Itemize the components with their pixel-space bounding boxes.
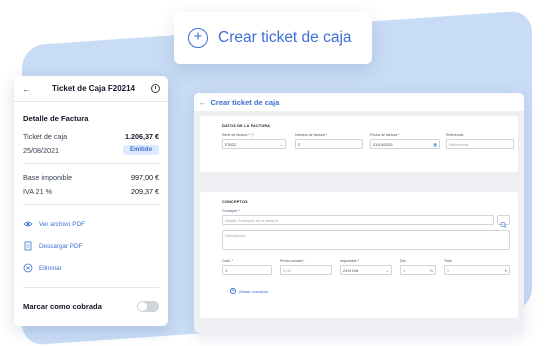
ticket-row: Ticket de caja 1.206,37 € (14, 129, 168, 143)
delete-action[interactable]: Eliminar (14, 257, 168, 279)
form-header: ← Crear ticket de caja (194, 93, 524, 111)
base-value: 997,00 € (131, 172, 159, 182)
descripcion-field[interactable]: Descripción (222, 230, 510, 250)
plus-circle-icon: + (188, 28, 208, 48)
ticket-label: Ticket de caja (23, 131, 68, 141)
download-pdf-label: Descargar PDF (39, 242, 83, 250)
base-row: Base imponible 997,00 € (14, 170, 168, 184)
precio-label: Precio unidad * (280, 259, 305, 263)
iva-label: IVA 21 % (23, 186, 53, 196)
create-ticket-form: ← Crear ticket de caja DATOS DE LA FACTU… (194, 93, 524, 333)
divider (23, 163, 159, 164)
divider (23, 287, 159, 288)
numero-label: Número de factura * (295, 133, 328, 137)
serie-field[interactable]: F2022 ⌄ (222, 139, 286, 149)
info-icon: ⓘ (250, 133, 255, 137)
download-pdf-action[interactable]: Descargar PDF (14, 235, 168, 257)
numero-field[interactable]: 2 (295, 139, 363, 149)
form-title: Crear ticket de caja (210, 97, 280, 107)
impuestos-field[interactable]: 21% IVA ⌄ (340, 265, 392, 275)
eye-icon (23, 221, 33, 227)
chevron-down-icon: ⌄ (279, 141, 283, 147)
section-label-conceptos: CONCEPTOS (222, 200, 248, 204)
mark-paid-toggle[interactable] (137, 300, 159, 312)
mark-paid-row: Marcar como cobrada (14, 294, 168, 318)
search-button[interactable] (497, 215, 510, 228)
chevron-down-icon: ⌄ (385, 267, 389, 273)
serie-label: Serie de factura * ⓘ (222, 133, 255, 137)
dto-label: Dto (400, 259, 406, 263)
divider (23, 204, 159, 205)
document-download-icon (24, 241, 32, 251)
referencia-label: Referencia (446, 133, 464, 137)
date-row: 25/08/2021 Emitido (14, 143, 168, 157)
total-label: Total (444, 259, 452, 263)
dto-field[interactable]: 0% (400, 265, 436, 275)
calendar-icon: ▦ (433, 141, 437, 147)
card-title: Ticket de Caja F20214 (51, 84, 135, 93)
concepts-section: CONCEPTOS Concepto * Añadir Concepto de … (200, 192, 518, 318)
section-title: Detalle de Factura (23, 114, 89, 123)
percent-icon: % (429, 267, 433, 273)
ticket-date: 25/08/2021 (23, 145, 59, 155)
add-concept-link[interactable]: + Añadir concepto (230, 288, 268, 294)
impuestos-label: Impuestos * (340, 259, 359, 263)
iva-value: 209,37 € (131, 186, 159, 196)
invoice-data-section: DATOS DE LA FACTURA Serie de factura * ⓘ… (200, 116, 518, 172)
back-arrow-icon[interactable]: ← (199, 98, 207, 107)
base-label: Base imponible (23, 172, 73, 182)
fecha-label: Fecha de factura * (370, 133, 400, 137)
fecha-field[interactable]: 21/10/2021 ▦ (370, 139, 440, 149)
section-label-datos: DATOS DE LA FACTURA (222, 124, 271, 128)
euro-icon: € (504, 267, 507, 273)
concepto-label: Concepto * (222, 209, 240, 213)
mark-paid-label: Marcar como cobrada (23, 301, 102, 311)
concepto-field[interactable]: Añadir Concepto de la factura (222, 215, 494, 225)
history-icon[interactable] (151, 84, 160, 93)
precio-field[interactable]: 0,00 (280, 265, 332, 275)
total-field[interactable]: 0 € (444, 265, 510, 275)
referencia-field[interactable]: Referencia (446, 139, 514, 149)
iva-row: IVA 21 % 209,37 € (14, 184, 168, 198)
view-pdf-label: Ver archivo PDF (39, 220, 85, 228)
ticket-amount: 1.206,37 € (125, 131, 159, 141)
create-ticket-label: Crear ticket de caja (218, 29, 352, 46)
cant-label: Cant. * (222, 259, 233, 263)
search-icon (500, 221, 507, 228)
close-circle-icon (23, 263, 33, 273)
create-ticket-button[interactable]: + Crear ticket de caja (174, 12, 372, 64)
view-pdf-action[interactable]: Ver archivo PDF (14, 213, 168, 235)
back-arrow-icon[interactable]: ← (22, 84, 36, 94)
cant-field[interactable]: 1 (222, 265, 272, 275)
delete-label: Eliminar (39, 264, 62, 272)
status-badge: Emitido (123, 145, 159, 155)
ticket-detail-card: ← Ticket de Caja F20214 Detalle de Factu… (14, 76, 168, 326)
card-header: ← Ticket de Caja F20214 (14, 76, 168, 102)
plus-circle-icon: + (230, 288, 236, 294)
